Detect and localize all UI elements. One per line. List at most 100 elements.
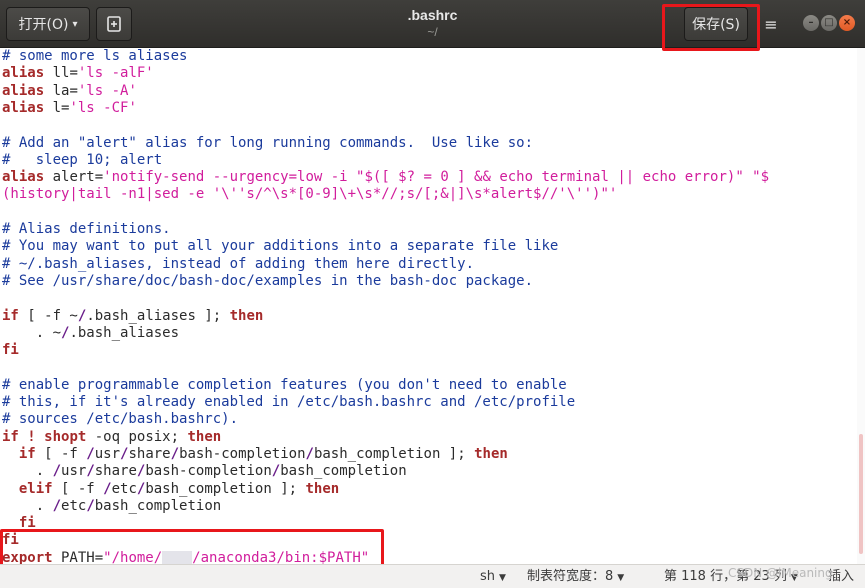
- code-line[interactable]: (history|tail -n1|sed -e '\''s/^\s*[0-9]…: [2, 186, 617, 203]
- code-token: # See /usr/share/doc/bash-doc/examples i…: [2, 272, 534, 289]
- window-subtitle: ~/: [427, 25, 438, 39]
- close-button[interactable]: ×: [839, 15, 855, 31]
- code-token: usr: [94, 445, 121, 462]
- code-token: alias: [2, 65, 45, 82]
- code-line[interactable]: # Add an "alert" alias for long running …: [2, 135, 533, 152]
- code-line[interactable]: . ~/.bash_aliases: [2, 325, 179, 342]
- code-token: bash_completion ];: [313, 445, 475, 462]
- code-line[interactable]: if ! shopt -oq posix; then: [2, 429, 221, 446]
- code-line[interactable]: alias la='ls -A': [2, 83, 137, 100]
- new-document-button[interactable]: [96, 7, 132, 41]
- code-line[interactable]: # sleep 10; alert: [2, 152, 162, 169]
- code-line[interactable]: . /etc/bash_completion: [2, 498, 221, 515]
- code-token: # this, if it's already enabled in /etc/…: [2, 394, 576, 410]
- code-line[interactable]: # Alias definitions.: [2, 221, 171, 238]
- language-selector[interactable]: sh ▼: [480, 568, 506, 587]
- watermark: CSDN @iMeaning: [728, 566, 833, 580]
- code-line[interactable]: alias alert='notify-send --urgency=low -…: [2, 169, 769, 186]
- code-line[interactable]: # some more ls aliases: [2, 48, 187, 65]
- code-token: .: [2, 463, 53, 480]
- code-token: share: [94, 463, 137, 480]
- code-token: /: [52, 497, 62, 514]
- code-token: # sleep 10; alert: [2, 151, 163, 168]
- code-token: if: [2, 428, 19, 445]
- code-token: . ~: [2, 324, 62, 341]
- code-line[interactable]: # enable programmable completion feature…: [2, 377, 567, 394]
- code-line[interactable]: # ~/.bash_aliases, instead of adding the…: [2, 256, 474, 273]
- code-token: /: [52, 463, 62, 480]
- code-token: [ -f: [35, 445, 87, 462]
- text-editor-area[interactable]: # some more ls aliases alias ll='ls -alF'…: [0, 48, 857, 564]
- code-token: /: [86, 497, 95, 514]
- code-token: # You may want to put all your additions…: [2, 238, 559, 255]
- hamburger-menu-button[interactable]: ≡: [759, 7, 783, 41]
- code-line[interactable]: elif [ -f /etc/bash_completion ]; then: [2, 481, 339, 498]
- chevron-down-icon: ▾: [72, 18, 78, 30]
- code-line[interactable]: . /usr/share/bash-completion/bash_comple…: [2, 463, 407, 480]
- code-token: then: [474, 445, 508, 462]
- code-token: [ -f ~: [18, 307, 78, 324]
- code-token: fi: [2, 342, 19, 359]
- code-token: # some more ls aliases: [2, 48, 188, 64]
- code-token: bash-completion: [179, 445, 306, 462]
- scrollbar-thumb[interactable]: [859, 434, 863, 554]
- code-line[interactable]: fi: [2, 342, 19, 359]
- open-button-label: 打开(O): [18, 17, 69, 33]
- code-line[interactable]: if [ -f ~/.bash_aliases ]; then: [2, 308, 263, 325]
- save-button-highlight-box: [662, 4, 760, 51]
- code-token: !: [27, 428, 36, 445]
- tab-width-label: 制表符宽度：8: [527, 569, 614, 584]
- code-token: if: [18, 445, 36, 462]
- code-token: /: [103, 480, 112, 497]
- code-token: shopt: [44, 428, 87, 445]
- menu-icon: ≡: [764, 14, 778, 34]
- code-line[interactable]: # You may want to put all your additions…: [2, 238, 558, 255]
- code-token: /: [86, 445, 95, 462]
- open-button[interactable]: 打开(O) ▾: [6, 7, 90, 41]
- minimize-button[interactable]: –: [803, 15, 819, 31]
- code-token: 'ls -alF': [77, 65, 154, 82]
- code-token: share: [128, 445, 171, 462]
- code-token: /: [305, 445, 314, 462]
- code-token: # enable programmable completion feature…: [2, 376, 567, 393]
- code-token: bash_completion: [94, 497, 222, 514]
- code-token: bash-completion: [145, 463, 272, 480]
- code-line[interactable]: alias l='ls -CF': [2, 100, 137, 117]
- code-token: bash_completion: [280, 463, 407, 480]
- code-token: etc: [111, 480, 137, 497]
- code-token: then: [229, 307, 264, 324]
- code-line[interactable]: if [ -f /usr/share/bash-completion/bash_…: [2, 446, 508, 463]
- code-token: bash_completion ];: [145, 480, 306, 497]
- chevron-down-icon: ▼: [499, 573, 506, 583]
- code-token: then: [187, 428, 222, 445]
- code-token: la=: [44, 82, 78, 99]
- code-token: if: [2, 307, 19, 324]
- maximize-icon: □: [824, 17, 834, 28]
- code-token: (history|tail -n1|sed -e '\''s/^\s*[0-9]…: [2, 186, 618, 203]
- code-token: alias: [2, 82, 45, 99]
- code-token: # ~/.bash_aliases, instead of adding the…: [2, 255, 475, 272]
- code-line[interactable]: # See /usr/share/doc/bash-doc/examples i…: [2, 273, 533, 290]
- code-token: .bash_aliases: [69, 324, 180, 341]
- code-token: ll=: [44, 65, 78, 82]
- code-line[interactable]: alias ll='ls -alF': [2, 65, 154, 82]
- code-token: 'ls -CF': [69, 99, 137, 116]
- chevron-down-icon: ▼: [617, 573, 625, 583]
- code-line[interactable]: # this, if it's already enabled in /etc/…: [2, 394, 575, 411]
- minimize-icon: –: [808, 17, 814, 28]
- code-token: -oq posix;: [86, 428, 188, 445]
- maximize-button[interactable]: □: [821, 15, 837, 31]
- tab-width-selector[interactable]: 制表符宽度：8 ▼: [527, 568, 624, 587]
- code-token: alert=: [44, 169, 104, 186]
- window-title: .bashrc: [407, 7, 458, 23]
- code-token: usr: [61, 463, 87, 480]
- code-token: /: [170, 445, 180, 462]
- code-token: .bash_aliases ];: [86, 307, 230, 324]
- export-line-highlight-box: [0, 529, 384, 567]
- code-line[interactable]: # sources /etc/bash.bashrc).: [2, 411, 238, 428]
- code-token: /: [86, 463, 95, 480]
- code-token: elif: [18, 480, 53, 497]
- code-token: # sources /etc/bash.bashrc).: [2, 411, 239, 428]
